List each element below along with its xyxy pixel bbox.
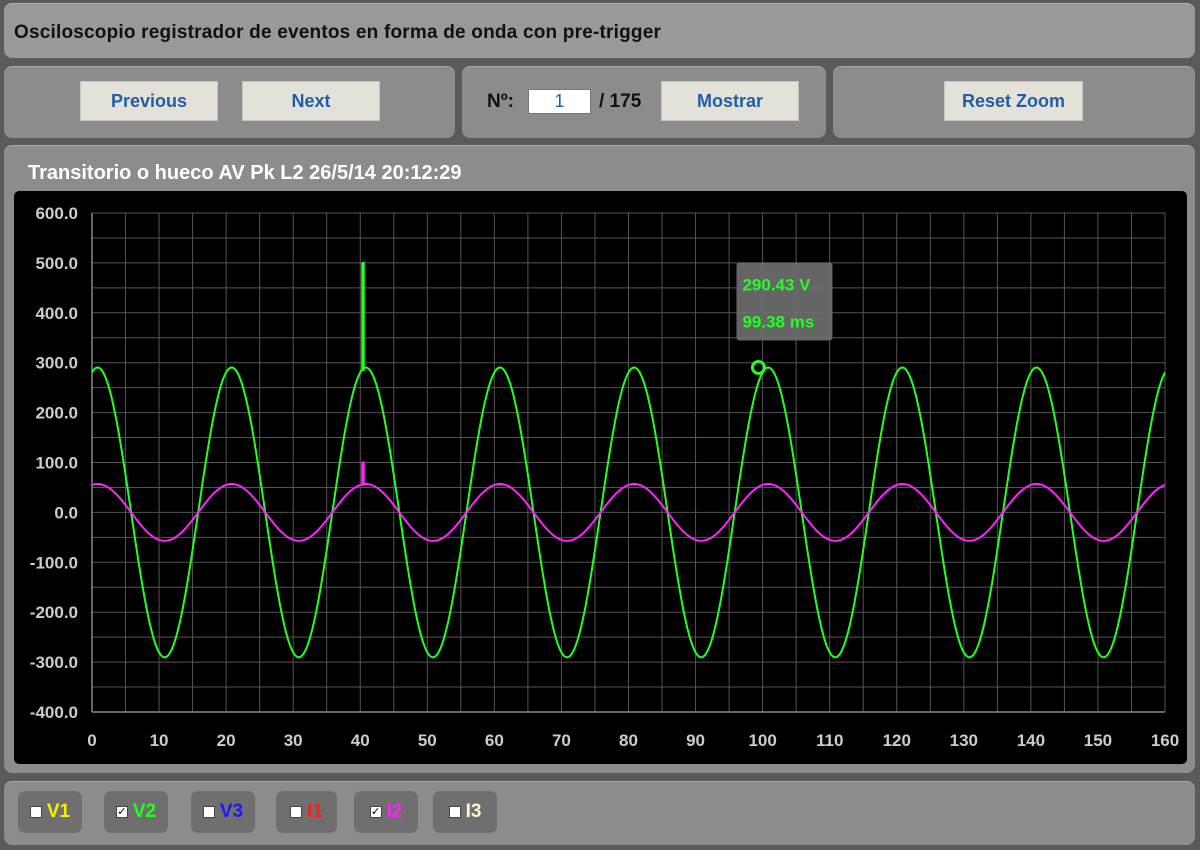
page-title: Osciloscopio registrador de eventos en f… <box>14 22 662 43</box>
legend-checkbox-v3[interactable] <box>202 806 215 818</box>
x-tick-label: 90 <box>686 731 705 750</box>
x-tick-label: 140 <box>1017 731 1045 750</box>
y-tick-label: -400.0 <box>30 703 78 722</box>
chart-grid <box>91 212 1166 713</box>
legend-checkbox-i3[interactable] <box>448 806 461 818</box>
y-tick-label: -100.0 <box>30 553 78 572</box>
y-tick-label: 300.0 <box>35 354 78 373</box>
x-tick-label: 10 <box>150 731 169 750</box>
legend-checkbox-i1[interactable] <box>290 806 303 818</box>
x-tick-label: 20 <box>217 731 236 750</box>
x-tick-label: 110 <box>816 731 843 750</box>
channel-legend: V1 ✓ V2 V3 I1 ✓ I2 I3 <box>4 781 1195 845</box>
y-tick-label: 100.0 <box>35 454 78 473</box>
legend-checkbox-i2[interactable]: ✓ <box>369 806 382 818</box>
x-tick-label: 30 <box>284 731 303 750</box>
y-tick-label: 500.0 <box>35 254 78 273</box>
navigation-panel: Previous Next <box>4 66 455 138</box>
x-tick-label: 150 <box>1084 731 1112 750</box>
chart-background <box>14 191 1187 764</box>
legend-label: V1 <box>46 801 71 822</box>
x-tick-label: 40 <box>351 731 370 750</box>
legend-item-i3[interactable]: I3 <box>433 791 497 833</box>
x-tick-label: 0 <box>87 731 96 750</box>
x-tick-label: 80 <box>619 731 638 750</box>
legend-item-v1[interactable]: V1 <box>18 791 82 833</box>
y-tick-label: -300.0 <box>30 653 78 672</box>
legend-checkbox-v1[interactable] <box>29 806 42 818</box>
legend-label: V2 <box>132 801 157 822</box>
event-total-count: / 175 <box>599 91 642 112</box>
chart-panel: Transitorio o hueco AV Pk L2 26/5/14 20:… <box>4 145 1195 773</box>
x-tick-label: 60 <box>485 731 504 750</box>
legend-checkbox-v2[interactable]: ✓ <box>115 806 128 818</box>
x-tick-label: 70 <box>552 731 571 750</box>
previous-button[interactable]: Previous <box>80 81 218 121</box>
y-tick-label: 0.0 <box>54 503 78 522</box>
event-number-label: Nº: <box>487 91 514 112</box>
tooltip-time: 99.38 ms <box>742 312 814 331</box>
x-tick-label: 130 <box>950 731 978 750</box>
next-button[interactable]: Next <box>242 81 380 121</box>
legend-item-v3[interactable]: V3 <box>191 791 255 833</box>
tooltip-value: 290.43 V <box>742 275 811 294</box>
title-bar: Osciloscopio registrador de eventos en f… <box>4 3 1195 58</box>
legend-label: I2 <box>386 801 403 822</box>
legend-item-i2[interactable]: ✓ I2 <box>354 791 418 833</box>
x-tick-label: 120 <box>883 731 911 750</box>
show-button[interactable]: Mostrar <box>661 81 799 121</box>
chart-title: Transitorio o hueco AV Pk L2 26/5/14 20:… <box>28 162 462 184</box>
chart-tooltip: 290.43 V 99.38 ms <box>736 262 833 341</box>
y-tick-label: 600.0 <box>35 204 78 223</box>
legend-item-i1[interactable]: I1 <box>276 791 337 833</box>
y-tick-label: -200.0 <box>30 603 78 622</box>
y-tick-label: 400.0 <box>35 304 78 323</box>
legend-label: I1 <box>307 801 323 822</box>
x-tick-label: 160 <box>1151 731 1179 750</box>
y-tick-label: 200.0 <box>35 404 78 423</box>
zoom-panel: Reset Zoom <box>833 66 1195 138</box>
legend-label: V3 <box>219 801 244 822</box>
legend-label: I3 <box>465 801 482 822</box>
reset-zoom-button[interactable]: Reset Zoom <box>944 81 1083 121</box>
waveform-chart[interactable]: 600.0 500.0 400.0 300.0 200.0 100.0 0.0 -100.0 -… <box>14 191 1187 764</box>
legend-item-v2[interactable]: ✓ V2 <box>104 791 168 833</box>
event-number-input[interactable] <box>528 89 591 114</box>
x-tick-label: 50 <box>418 731 437 750</box>
x-tick-label: 100 <box>748 731 776 750</box>
event-selector-panel: Nº: / 175 Mostrar <box>462 66 826 138</box>
